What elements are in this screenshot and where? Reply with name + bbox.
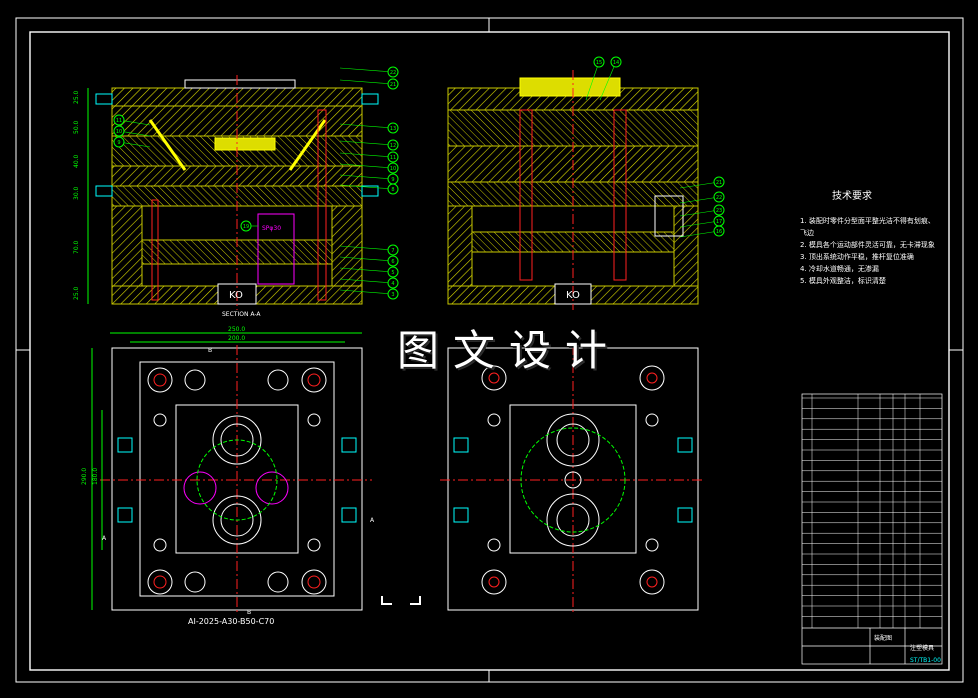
svg-text:22: 22 bbox=[390, 70, 396, 76]
svg-text:8: 8 bbox=[391, 187, 394, 193]
sprue-label: SPφ30 bbox=[262, 225, 281, 232]
title-code: ST/TB1-00 bbox=[910, 657, 941, 664]
svg-text:5: 5 bbox=[391, 270, 394, 276]
plan-view-right bbox=[440, 345, 705, 615]
dim-top-1: 200.0 bbox=[228, 335, 245, 342]
watermark-text: 图文设计 bbox=[396, 326, 621, 375]
dim-v-5: 25.0 bbox=[73, 286, 80, 300]
dim-v-2: 40.0 bbox=[73, 154, 80, 168]
svg-text:22: 22 bbox=[716, 195, 722, 201]
section-marker-a-right: A bbox=[370, 517, 375, 524]
svg-text:9: 9 bbox=[117, 140, 120, 146]
svg-text:14: 14 bbox=[613, 60, 619, 66]
dim-left-0: 290.0 bbox=[81, 468, 88, 485]
callout-balloon: 22 bbox=[339, 66, 399, 78]
section-marker-b-top: B bbox=[208, 347, 212, 354]
tech-line: 5. 模具外观整洁，标识清楚 bbox=[800, 277, 886, 285]
svg-text:13: 13 bbox=[390, 126, 396, 132]
svg-text:21: 21 bbox=[716, 180, 722, 186]
svg-text:19: 19 bbox=[243, 224, 249, 230]
part-code: AI-2025-A30-B50-C70 bbox=[188, 617, 274, 626]
ko-label-left: KO bbox=[229, 290, 243, 301]
svg-text:10: 10 bbox=[116, 129, 122, 135]
section-marker-b-bottom: B bbox=[247, 609, 251, 616]
tech-line: 4. 冷却水道畅通，无渗漏 bbox=[800, 265, 879, 273]
svg-text:23: 23 bbox=[716, 208, 722, 214]
svg-text:11: 11 bbox=[116, 118, 122, 124]
tech-line: 3. 顶出系统动作平稳，推杆复位准确 bbox=[800, 253, 914, 261]
dim-v-3: 30.0 bbox=[73, 186, 80, 200]
svg-text:6: 6 bbox=[391, 259, 394, 265]
svg-text:7: 7 bbox=[391, 248, 394, 254]
svg-text:17: 17 bbox=[716, 219, 722, 225]
dim-v-0: 25.0 bbox=[73, 90, 80, 104]
title-drawing-name: 装配图 bbox=[874, 634, 892, 642]
svg-text:3: 3 bbox=[391, 292, 394, 298]
tech-line: 1. 装配时零件分型面平整光洁不得有划痕、飞边 bbox=[800, 217, 935, 237]
section-view-left bbox=[95, 75, 379, 310]
svg-text:15: 15 bbox=[596, 60, 602, 66]
section-marker-a-left: A bbox=[102, 535, 107, 542]
bom-table bbox=[801, 393, 943, 665]
plan-view-left bbox=[91, 332, 372, 615]
dim-top-0: 250.0 bbox=[228, 326, 245, 333]
tech-requirements-title: 技术要求 bbox=[832, 191, 872, 202]
svg-text:9: 9 bbox=[391, 177, 394, 183]
svg-text:16: 16 bbox=[716, 229, 722, 235]
title-unit: 注塑模具 bbox=[910, 644, 934, 652]
svg-text:21: 21 bbox=[390, 82, 396, 88]
corner-marks bbox=[381, 596, 421, 605]
svg-text:4: 4 bbox=[391, 281, 394, 287]
drawing-canvas: { "watermark": "图文设计", "section_label": … bbox=[0, 0, 978, 698]
callout-balloon: 19 bbox=[240, 220, 258, 232]
ko-label-right: KO bbox=[566, 290, 580, 301]
section-label: SECTION A-A bbox=[222, 311, 261, 318]
tech-line: 2. 模具各个运动部件灵活可靠，无卡滞现象 bbox=[800, 241, 935, 249]
section-view-right bbox=[447, 70, 699, 310]
tech-requirements: 1. 装配时零件分型面平整光洁不得有划痕、飞边 2. 模具各个运动部件灵活可靠，… bbox=[800, 215, 940, 287]
svg-text:12: 12 bbox=[390, 143, 396, 149]
svg-text:10: 10 bbox=[390, 166, 396, 172]
dim-v-1: 50.0 bbox=[73, 120, 80, 134]
dim-left-1: 180.0 bbox=[92, 468, 99, 485]
bom-rows bbox=[802, 394, 942, 628]
dim-v-4: 70.0 bbox=[73, 240, 80, 254]
svg-text:11: 11 bbox=[390, 155, 396, 161]
